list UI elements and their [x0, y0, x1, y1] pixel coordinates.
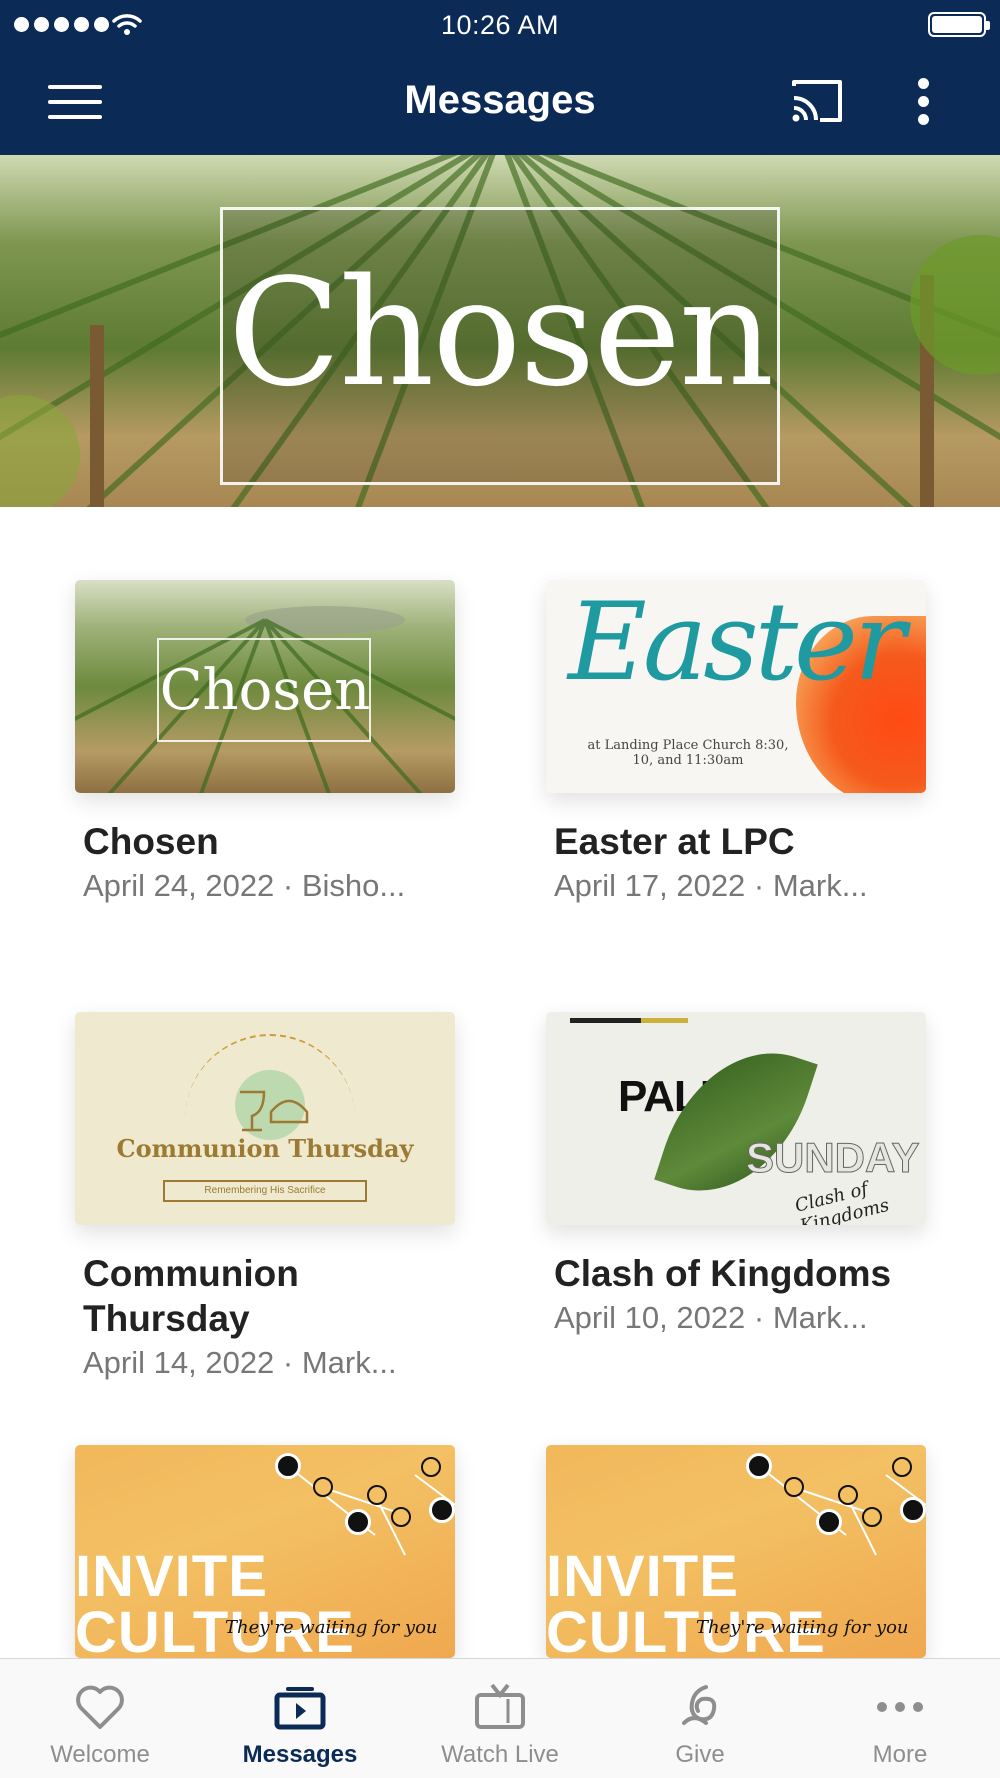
person-node-icon [746, 1453, 772, 1479]
thumbnail-tagline: at Landing Place Church 8:30, 10, and 11… [587, 738, 789, 768]
thumbnail-title: INVITE CULTURE [546, 1544, 826, 1659]
heart-icon [76, 1685, 124, 1729]
give-icon [682, 1685, 717, 1725]
person-node-icon [429, 1497, 455, 1523]
person-node-icon [345, 1509, 371, 1535]
message-card-easter-at-lpc[interactable]: Easter at Landing Place Church 8:30, 10,… [546, 580, 926, 906]
tab-welcome[interactable]: Welcome [0, 1659, 200, 1778]
person-node-icon [838, 1485, 858, 1505]
message-thumbnail: INVITE CULTURE They're waiting for you [75, 1445, 455, 1658]
message-subtitle: April 10, 2022 · Mark... [554, 1300, 868, 1335]
message-card-chosen[interactable]: Chosen Chosen April 24, 2022 · Bisho... [75, 580, 455, 906]
navigation-bar: Messages [0, 50, 1000, 155]
tab-label: Watch Live [441, 1741, 559, 1768]
tab-label: Give [675, 1741, 725, 1768]
message-title: Communion Thursday [83, 1253, 299, 1339]
person-node-icon [421, 1457, 441, 1477]
message-subtitle: April 24, 2022 · Bisho... [83, 868, 406, 903]
tab-label: Welcome [50, 1741, 150, 1768]
thumbnail-tagline: They're waiting for you [225, 1617, 438, 1638]
person-node-icon [862, 1507, 882, 1527]
series-hero-banner[interactable]: Chosen [0, 155, 1000, 507]
person-node-icon [313, 1477, 333, 1497]
person-node-icon [784, 1477, 804, 1497]
thumbnail-title: INVITE CULTURE [75, 1544, 355, 1659]
more-options-icon[interactable] [912, 76, 936, 128]
message-thumbnail: Easter at Landing Place Church 8:30, 10,… [546, 580, 926, 793]
more-dots-icon [877, 1702, 923, 1712]
person-node-icon [367, 1485, 387, 1505]
bottom-tab-bar: Welcome Messages Watch Live Give More [0, 1658, 1000, 1778]
status-time: 10:26 AM [440, 10, 560, 40]
status-bar: 10:26 AM [0, 0, 1000, 50]
battery-icon [928, 12, 990, 37]
message-thumbnail: INVITE CULTURE They're waiting for you [546, 1445, 926, 1658]
page-title: Messages [404, 78, 596, 122]
cast-icon[interactable] [788, 76, 846, 126]
message-thumbnail: Chosen [75, 580, 455, 793]
thumbnail-title: Chosen [159, 658, 371, 723]
message-card-invite-culture[interactable]: INVITE CULTURE They're waiting for you [75, 1445, 455, 1658]
message-subtitle: April 17, 2022 · Mark... [554, 868, 868, 903]
tab-label: More [872, 1741, 928, 1768]
play-video-icon [274, 1687, 326, 1730]
tab-give[interactable]: Give [600, 1659, 800, 1778]
tab-label: Messages [242, 1741, 358, 1768]
message-thumbnail: Communion Thursday Remembering His Sacri… [75, 1012, 455, 1225]
thumbnail-tagline: Remembering His Sacrifice [163, 1180, 367, 1202]
hero-title: Chosen [227, 247, 775, 419]
tab-watch-live[interactable]: Watch Live [400, 1659, 600, 1778]
person-node-icon [275, 1453, 301, 1479]
person-node-icon [900, 1497, 926, 1523]
tab-messages[interactable]: Messages [200, 1659, 400, 1778]
person-node-icon [391, 1507, 411, 1527]
palm-leaf-graphic [654, 1027, 818, 1217]
tv-icon [475, 1683, 525, 1729]
message-subtitle: April 14, 2022 · Mark... [83, 1345, 397, 1380]
tab-more[interactable]: More [800, 1659, 1000, 1778]
message-title: Clash of Kingdoms [554, 1253, 892, 1294]
message-card-clash-of-kingdoms[interactable]: PALM SUNDAY Clash of Kingdoms Clash of K… [546, 1012, 926, 1338]
person-node-icon [816, 1509, 842, 1535]
color-stripe [570, 1018, 688, 1023]
message-thumbnail: PALM SUNDAY Clash of Kingdoms [546, 1012, 926, 1225]
message-card-communion-thursday[interactable]: Communion Thursday Remembering His Sacri… [75, 1012, 455, 1383]
thumbnail-title: Easter [568, 580, 906, 705]
message-title: Chosen [83, 821, 219, 862]
person-node-icon [892, 1457, 912, 1477]
message-card-invite-culture-2[interactable]: INVITE CULTURE They're waiting for you [546, 1445, 926, 1658]
thumbnail-tagline: They're waiting for you [696, 1617, 909, 1638]
top-bar: 10:26 AM Messages [0, 0, 1000, 155]
message-title: Easter at LPC [554, 821, 795, 862]
thumbnail-title: Communion Thursday [116, 1134, 414, 1163]
